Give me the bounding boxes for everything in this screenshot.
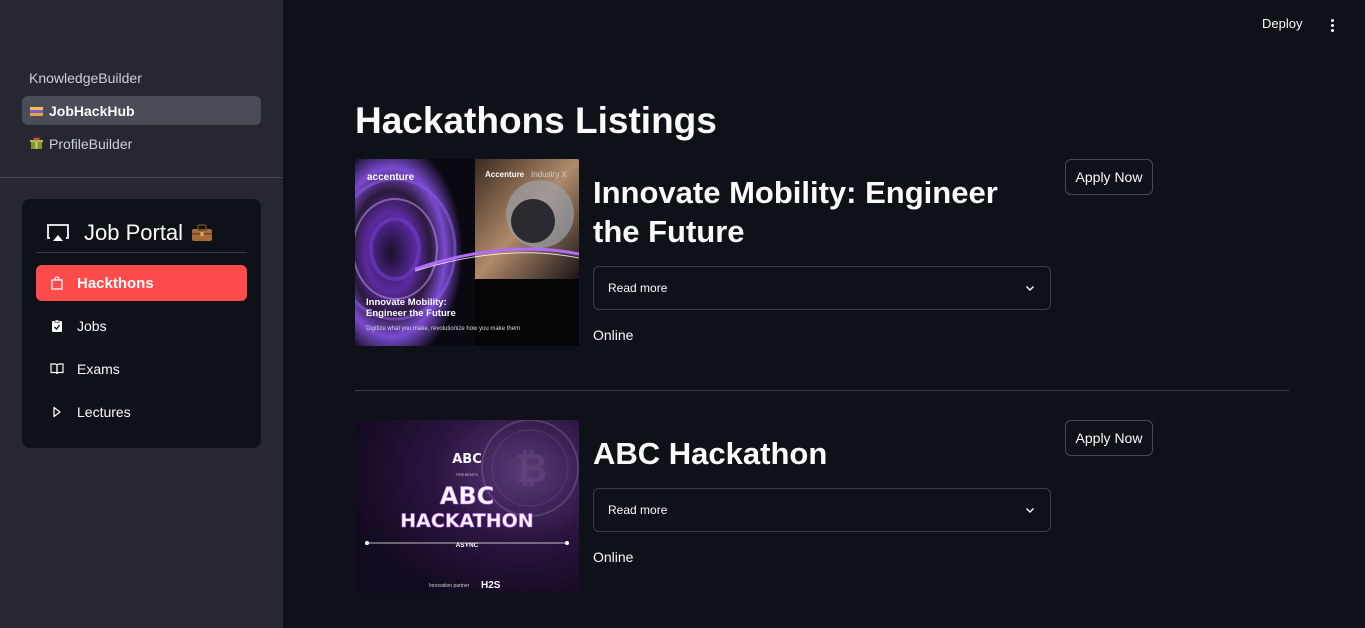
hackathon-image: ₿ ABC PRESENTS ABC HACKATHON ASYNC Innov… [355, 420, 579, 593]
play-icon [50, 405, 64, 419]
page-title: Hackathons Listings [355, 100, 717, 141]
thumb-tagline: Digitize what you make, revolutionize ho… [366, 326, 520, 332]
thumb-brand-left: accenture [367, 172, 415, 183]
briefcase-emoji-icon [192, 223, 213, 241]
hackathon-card: ₿ ABC PRESENTS ABC HACKATHON ASYNC Innov… [355, 420, 1289, 610]
thumb-logo: ABC [452, 452, 482, 467]
shopping-bag-icon [50, 276, 64, 290]
hackathon-title: Innovate Mobility: Engineer the Future [593, 175, 998, 249]
chevron-down-icon [1026, 286, 1034, 291]
thumb-line1: ABC [440, 482, 494, 510]
nav-item-label: Lectures [77, 404, 131, 420]
sidebar: KnowledgeBuilder JobHackHub ProfileBuild… [0, 0, 283, 628]
airplay-monitor-icon [47, 223, 69, 241]
page-link-jobhackhub[interactable]: JobHackHub [22, 96, 261, 125]
page-nav: KnowledgeBuilder JobHackHub ProfileBuild… [22, 63, 261, 162]
page-link-knowledgebuilder[interactable]: KnowledgeBuilder [22, 63, 261, 92]
page-link-label: KnowledgeBuilder [29, 69, 142, 86]
thumb-line2: HACKATHON [400, 510, 533, 532]
kebab-menu-icon[interactable] [1324, 16, 1340, 34]
thumb-headline: Innovate Mobility: Engineer the Future [366, 297, 456, 319]
briefcase-flag-icon [29, 104, 43, 118]
read-more-expander[interactable]: Read more [593, 266, 1051, 310]
clipboard-check-icon [50, 319, 64, 333]
thumb-brand-right-bold: Accenture [485, 170, 525, 179]
thumb-brand-right-light: Industry X [531, 170, 568, 179]
job-portal-title: Job Portal [84, 219, 184, 245]
expander-label: Read more [608, 503, 668, 517]
nav-item-label: Jobs [77, 318, 107, 334]
thumb-presents: PRESENTS [456, 472, 478, 477]
nav-item-exams[interactable]: Exams [36, 351, 247, 387]
read-more-expander[interactable]: Read more [593, 488, 1051, 532]
hackathon-mode: Online [593, 549, 634, 565]
svg-text:₿: ₿ [515, 446, 548, 492]
listing-divider [355, 390, 1289, 391]
portal-nav: Hackthons Jobs Exams Lectures [36, 265, 247, 437]
thumb-partner-label: Innovation partner [429, 583, 470, 589]
nav-item-label: Exams [77, 361, 120, 377]
nav-item-hackthons[interactable]: Hackthons [36, 265, 247, 301]
hackathon-image: accenture Accenture Industry X Innovate … [355, 159, 579, 346]
page-link-profilebuilder[interactable]: ProfileBuilder [22, 129, 261, 158]
thumb-partner: H2S [481, 580, 501, 591]
hackathon-card: accenture Accenture Industry X Innovate … [355, 159, 1289, 359]
sidebar-divider [0, 177, 283, 178]
nav-item-jobs[interactable]: Jobs [36, 308, 247, 344]
nav-item-lectures[interactable]: Lectures [36, 394, 247, 430]
hackathon-title: ABC Hackathon [593, 436, 828, 471]
apply-now-button[interactable]: Apply Now [1065, 159, 1153, 195]
page-link-label: ProfileBuilder [49, 135, 133, 152]
deploy-button[interactable]: Deploy [1262, 16, 1302, 31]
apply-now-button[interactable]: Apply Now [1065, 420, 1153, 456]
nav-item-label: Hackthons [77, 274, 154, 292]
thumb-sub: ASYNC [456, 542, 479, 549]
expander-label: Read more [608, 281, 668, 295]
page-link-label: JobHackHub [49, 102, 135, 119]
job-portal-header: Job Portal [36, 213, 247, 253]
chevron-down-icon [1026, 508, 1034, 513]
book-open-icon [50, 362, 64, 376]
hackathon-mode: Online [593, 327, 634, 343]
gift-icon [29, 137, 43, 151]
job-portal-menu: Job Portal Hackthons Jobs Exams Lectures [22, 199, 261, 448]
